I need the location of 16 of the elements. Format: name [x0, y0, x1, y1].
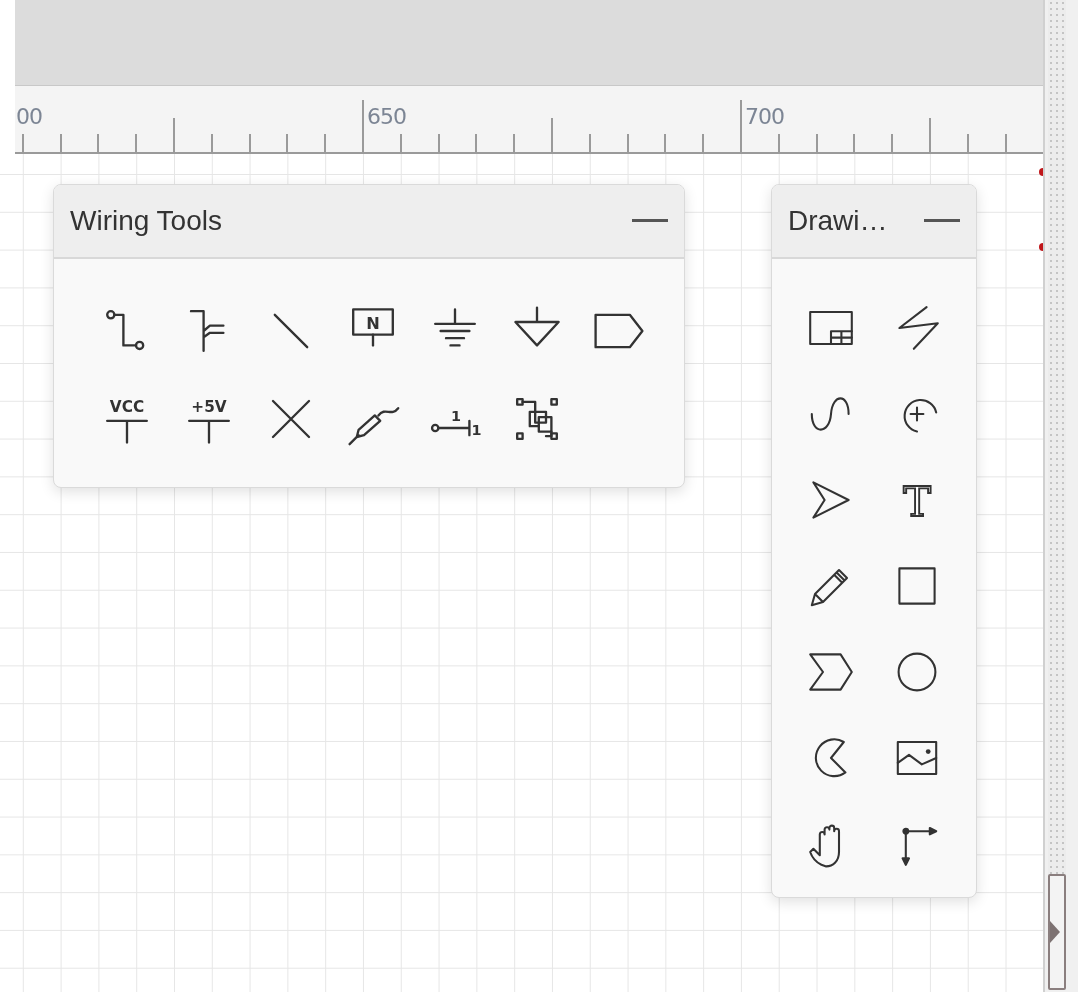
tool-button[interactable]: VCC [86, 375, 168, 463]
splitter-grip[interactable] [1048, 0, 1066, 874]
minimize-icon [632, 219, 668, 223]
tool-button[interactable]: 1 1 [414, 375, 496, 463]
palette-title: Drawi… [788, 205, 888, 237]
tool-button[interactable]: T [874, 457, 960, 543]
minimize-icon [924, 219, 960, 223]
text-tool-icon: T [893, 476, 941, 524]
palette-title: Wiring Tools [70, 205, 222, 237]
collapse-handle[interactable] [1048, 874, 1066, 990]
ruler-label: 00 [16, 104, 42, 129]
ruler-label: 650 [367, 104, 406, 129]
tool-button[interactable]: +5V [168, 375, 250, 463]
tool-button[interactable]: N [332, 287, 414, 375]
triangle-right-icon [1050, 921, 1060, 943]
ruler-label: 700 [745, 104, 784, 129]
